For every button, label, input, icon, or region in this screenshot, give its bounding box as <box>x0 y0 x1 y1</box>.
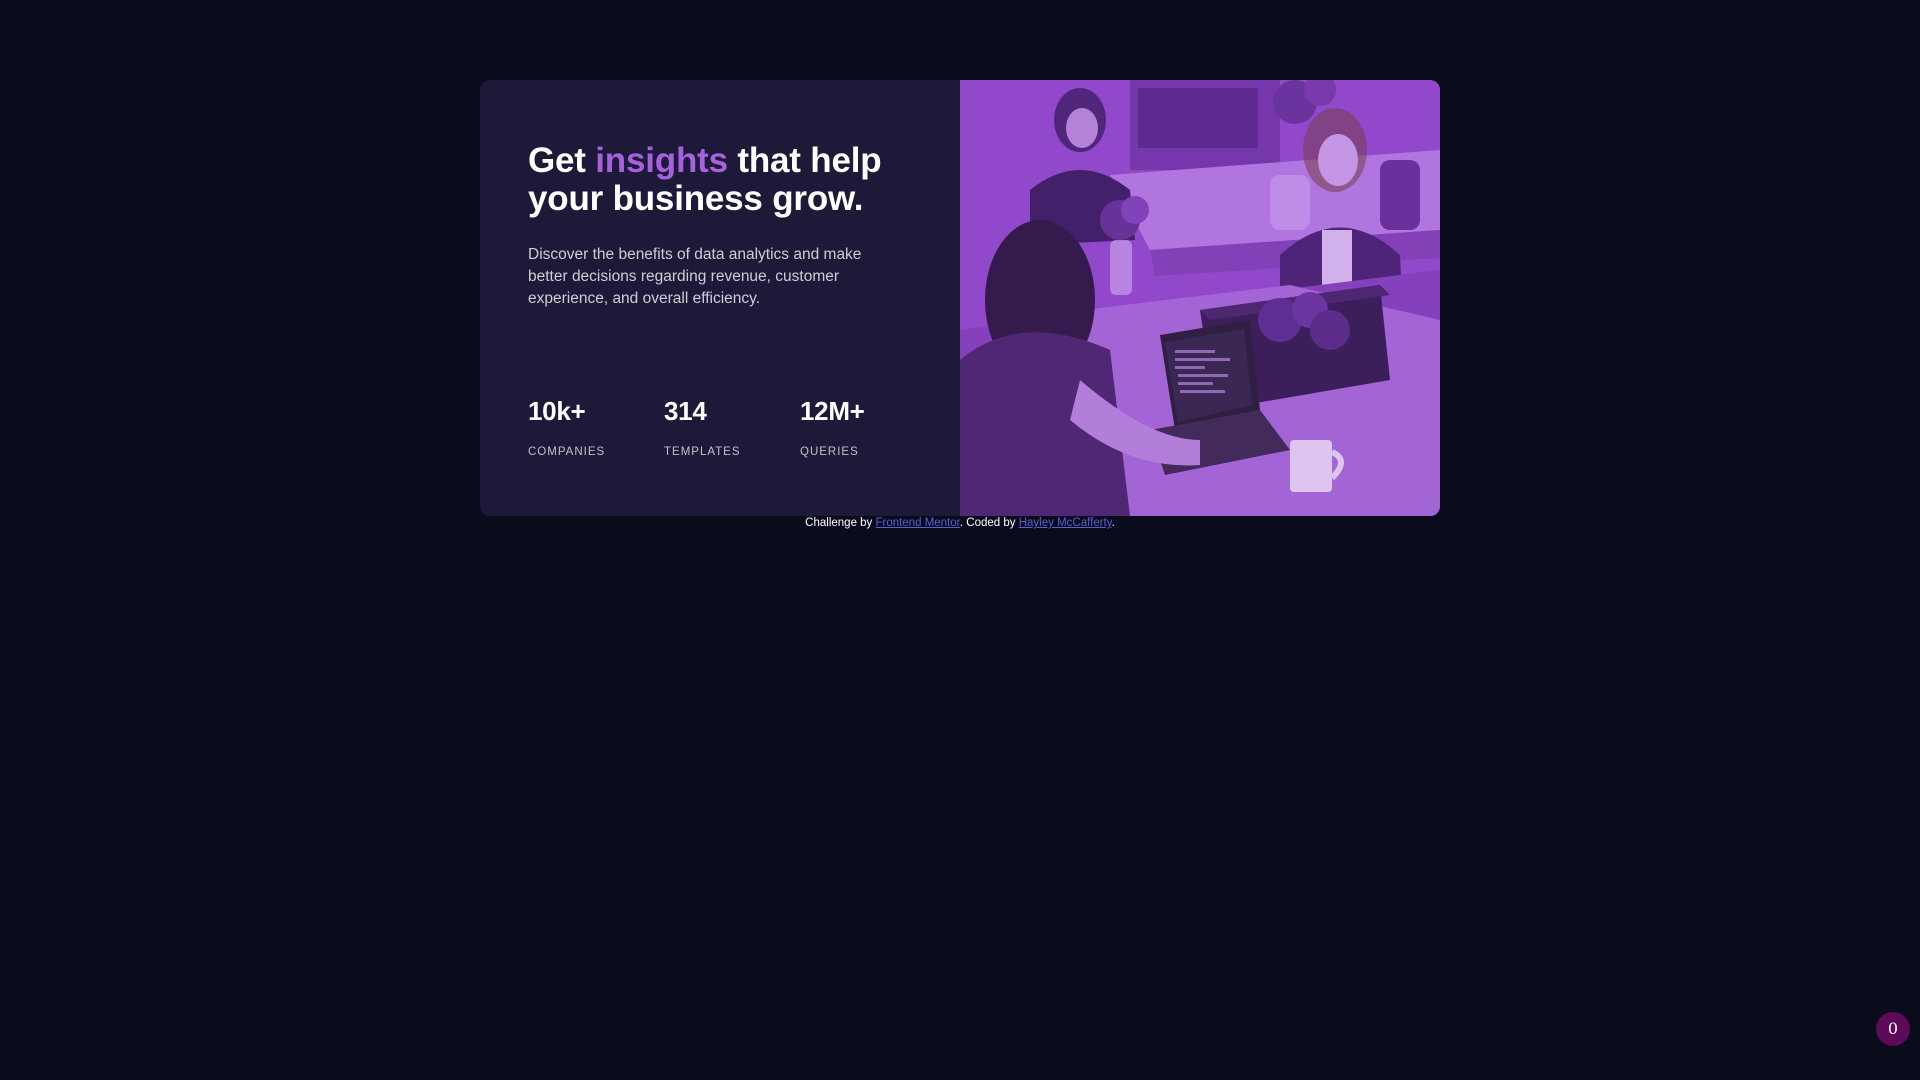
attribution-middle: . Coded by <box>959 517 1019 529</box>
headline-accent: insights <box>595 141 728 180</box>
counter-badge[interactable]: 0 <box>1876 1012 1910 1046</box>
stat-value: 10k+ <box>528 396 586 426</box>
stat-value: 12M+ <box>800 396 865 426</box>
author-link[interactable]: Hayley McCafferty <box>1019 517 1112 529</box>
stat-queries: 12M+ QUERIES <box>800 396 936 459</box>
frontend-mentor-link[interactable]: Frontend Mentor <box>876 517 960 529</box>
attribution-prefix: Challenge by <box>805 517 876 529</box>
office-photo-illustration <box>960 80 1440 516</box>
card-text-panel: Get insights that help your business gro… <box>480 80 960 516</box>
attribution: Challenge by Frontend Mentor. Coded by H… <box>0 516 1920 530</box>
stat-companies: 10k+ COMPANIES <box>528 396 664 459</box>
stats-row: 10k+ COMPANIES 314 TEMPLATES 12M+ QUERIE… <box>528 396 936 459</box>
description: Discover the benefits of data analytics … <box>528 246 862 307</box>
stat-label: QUERIES <box>800 446 859 458</box>
stat-templates: 314 TEMPLATES <box>664 396 800 459</box>
headline: Get insights that help your business gro… <box>528 142 908 218</box>
stat-value: 314 <box>664 396 707 426</box>
office-photo <box>960 80 1440 516</box>
stat-label: COMPANIES <box>528 446 606 458</box>
headline-start: Get <box>528 141 596 180</box>
attribution-suffix: . <box>1111 517 1115 529</box>
stat-label: TEMPLATES <box>664 446 741 458</box>
stats-preview-card: Get insights that help your business gro… <box>480 80 1440 516</box>
